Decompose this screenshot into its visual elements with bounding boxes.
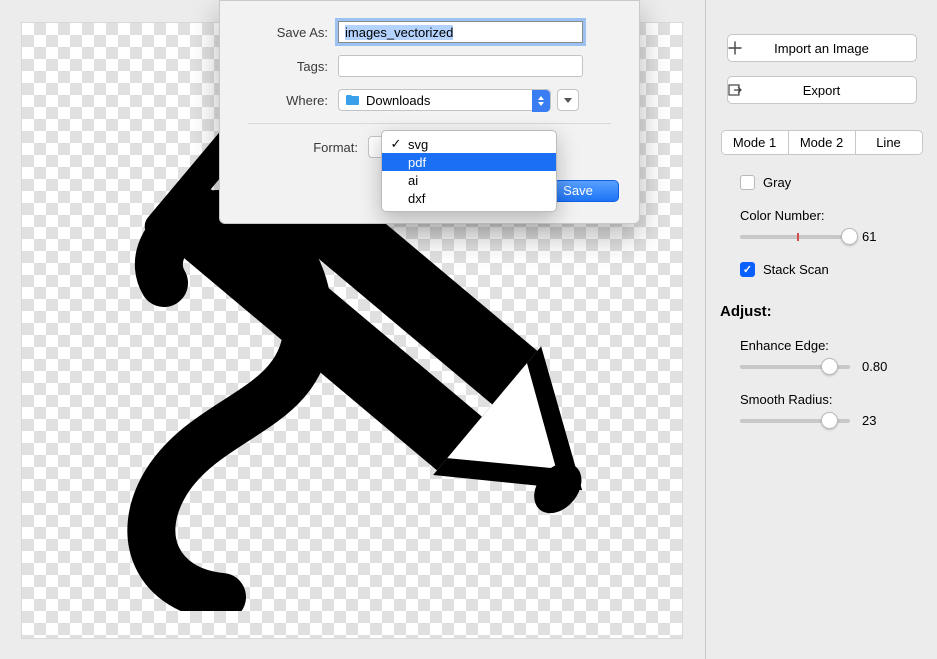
format-option-dxf-label: dxf <box>408 191 425 206</box>
color-number-label: Color Number: <box>740 208 923 223</box>
format-dropdown-menu: ✓ svg pdf ai dxf <box>381 130 557 212</box>
folder-icon <box>345 94 360 106</box>
import-image-button[interactable]: Import an Image <box>727 34 917 62</box>
where-select[interactable]: Downloads <box>338 89 551 111</box>
format-option-dxf[interactable]: dxf <box>382 189 556 207</box>
mode-tabs: Mode 1 Mode 2 Line <box>721 130 923 155</box>
gray-label: Gray <box>763 175 791 190</box>
tags-input[interactable] <box>338 55 583 77</box>
filename-input[interactable] <box>338 21 583 43</box>
enhance-edge-label: Enhance Edge: <box>740 338 923 353</box>
smooth-radius-slider[interactable] <box>740 419 850 423</box>
stack-scan-label: Stack Scan <box>763 262 829 277</box>
format-option-ai[interactable]: ai <box>382 171 556 189</box>
export-button[interactable]: Export <box>727 76 917 104</box>
enhance-edge-value: 0.80 <box>862 359 887 374</box>
checkmark-icon: ✓ <box>390 136 402 152</box>
tab-mode2[interactable]: Mode 2 <box>788 131 855 154</box>
gray-checkbox[interactable] <box>740 175 755 190</box>
where-disclose-button[interactable] <box>557 89 579 111</box>
color-number-value: 61 <box>862 229 876 244</box>
color-number-slider[interactable] <box>740 235 850 239</box>
where-label: Where: <box>220 93 338 108</box>
tags-label: Tags: <box>220 59 338 74</box>
dialog-divider <box>248 123 611 124</box>
tab-line[interactable]: Line <box>855 131 922 154</box>
smooth-radius-label: Smooth Radius: <box>740 392 923 407</box>
adjust-section-label: Adjust: <box>720 303 923 320</box>
where-value: Downloads <box>366 93 430 108</box>
format-option-svg-label: svg <box>408 137 428 152</box>
where-stepper-icon <box>532 90 550 112</box>
stack-scan-checkbox[interactable] <box>740 262 755 277</box>
side-panel: Import an Image Export Mode 1 Mode 2 Lin… <box>705 0 937 659</box>
import-image-label: Import an Image <box>728 41 916 56</box>
format-option-ai-label: ai <box>408 173 418 188</box>
format-option-svg[interactable]: ✓ svg <box>382 135 556 153</box>
smooth-radius-value: 23 <box>862 413 876 428</box>
format-option-pdf[interactable]: pdf <box>382 153 556 171</box>
format-option-pdf-label: pdf <box>408 155 426 170</box>
tab-mode1[interactable]: Mode 1 <box>722 131 788 154</box>
export-label: Export <box>728 83 916 98</box>
format-label: Format: <box>220 140 368 155</box>
save-as-label: Save As: <box>220 25 338 40</box>
enhance-edge-slider[interactable] <box>740 365 850 369</box>
